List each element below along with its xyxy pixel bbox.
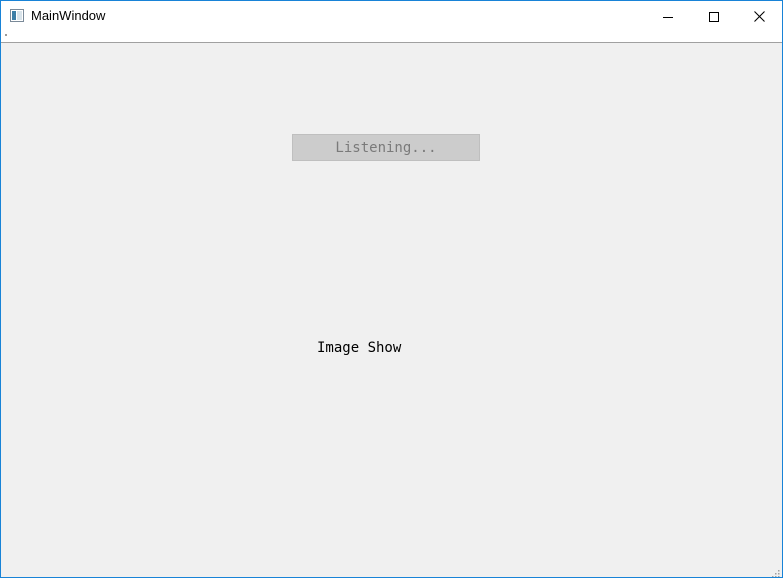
listening-button[interactable]: Listening... [292, 134, 480, 161]
main-window: MainWindow Listening... Image Show [0, 0, 783, 578]
central-widget: Listening... Image Show [1, 43, 782, 577]
minimize-button[interactable] [645, 1, 691, 32]
menu-bar [1, 32, 782, 43]
minimize-icon [663, 12, 673, 22]
maximize-icon [709, 11, 719, 22]
image-show-label: Image Show [317, 340, 402, 356]
window-title: MainWindow [31, 8, 106, 23]
menu-grip [5, 34, 7, 36]
close-button[interactable] [736, 1, 782, 32]
title-bar[interactable]: MainWindow [1, 1, 782, 32]
close-icon [753, 11, 765, 22]
app-window-icon [10, 9, 24, 22]
resize-grip-icon[interactable] [770, 565, 780, 577]
maximize-button[interactable] [691, 1, 737, 32]
